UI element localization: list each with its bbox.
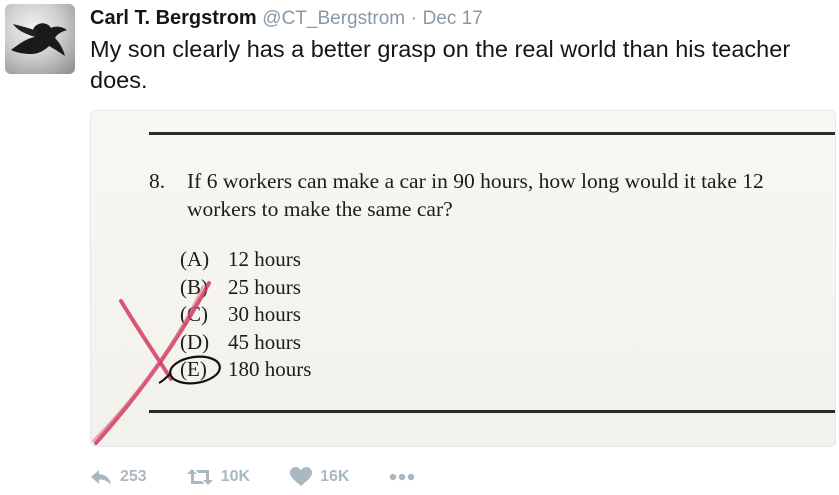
like-count: 16K — [320, 468, 350, 485]
more-icon — [390, 473, 415, 481]
retweet-count: 10K — [220, 468, 251, 485]
reply-button[interactable]: 253 — [90, 468, 147, 486]
like-button[interactable]: 16K — [290, 467, 349, 487]
raven-avatar-image — [11, 23, 67, 56]
like-icon — [290, 467, 313, 486]
option-letter: (C) — [180, 302, 208, 326]
tweet-text: My son clearly has a better grasp on the… — [90, 36, 791, 93]
tweet-date[interactable]: Dec 17 — [423, 8, 483, 29]
option-letter: (D) — [180, 329, 210, 354]
tweet-photo[interactable]: 8. If 6 workers can make a car in 90 hou… — [90, 110, 836, 447]
tweet-header: Carl T. Bergstrom @CT_Bergstrom · Dec 17 — [90, 6, 483, 31]
retweet-icon — [186, 469, 213, 485]
option-text: 12 hours — [228, 247, 301, 271]
author-name[interactable]: Carl T. Bergstrom — [90, 7, 257, 29]
reply-icon — [91, 470, 111, 485]
option-c: (C) 30 hours — [180, 301, 311, 329]
retweet-button[interactable]: 10K — [186, 468, 251, 486]
bottom-rule — [149, 410, 835, 413]
question-text: If 6 workers can make a car in 90 hours,… — [187, 169, 764, 221]
option-text: 30 hours — [228, 302, 301, 326]
answer-circle-tail — [158, 372, 172, 384]
option-letter: (B) — [180, 274, 208, 299]
avatar[interactable] — [5, 4, 75, 74]
option-b: (B) 25 hours — [180, 274, 311, 302]
header-separator: · — [410, 8, 417, 29]
author-handle[interactable]: @CT_Bergstrom — [262, 8, 405, 29]
red-x-mark-stroke-1 — [119, 299, 173, 381]
more-button[interactable] — [389, 473, 423, 481]
tweet-actions: 253 10K 16K — [90, 462, 463, 492]
option-letter: (A) — [180, 247, 210, 271]
top-rule — [149, 132, 835, 135]
option-letter: (E) — [180, 357, 207, 381]
question-number: 8. — [149, 169, 166, 193]
option-text: 45 hours — [228, 329, 301, 354]
option-a: (A) 12 hours — [180, 246, 311, 274]
answer-options: (A) 12 hours (B) 25 hours (C) 30 hours (D) 4… — [180, 246, 311, 384]
reply-count: 253 — [120, 468, 147, 485]
option-text: 180 hours — [228, 357, 312, 381]
option-e: (E) 180 hours — [180, 356, 311, 384]
option-text: 25 hours — [228, 274, 301, 299]
option-d: (D) 45 hours — [180, 329, 311, 357]
